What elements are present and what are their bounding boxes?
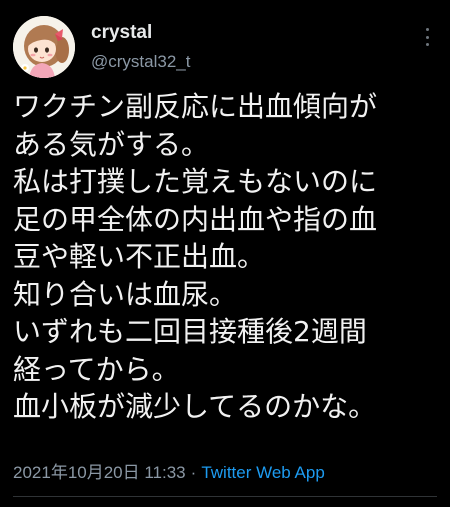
meta-separator: · xyxy=(190,463,197,482)
tweet-text: ワクチン副反応に出血傾向が ある気がする。 私は打撲した覚えもないのに 足の甲全… xyxy=(13,88,443,426)
author-handle[interactable]: @crystal32_t xyxy=(91,52,190,72)
tweet-text-line: ワクチン副反応に出血傾向が xyxy=(13,90,378,123)
more-dot xyxy=(425,35,429,39)
tweet-card: crystal @crystal32_t ワクチン副反応に出血傾向が ある気がす… xyxy=(0,0,450,507)
tweet-text-line: 経ってから。 xyxy=(13,352,180,386)
tweet-meta: 2021年10月20日 11:33 · Twitter Web App xyxy=(13,458,325,483)
divider xyxy=(13,496,437,497)
more-dot xyxy=(425,43,429,46)
more-dot xyxy=(425,28,429,31)
tweet-text-line: 血小板が減少してるのかな。 xyxy=(13,390,377,423)
tweet-timestamp[interactable]: 2021年10月20日 11:33 xyxy=(13,463,186,482)
more-horizontal-icon[interactable] xyxy=(419,26,435,48)
tweet-source-link[interactable]: Twitter Web App xyxy=(201,463,324,482)
anime-girl-avatar-icon[interactable] xyxy=(13,16,75,78)
tweet-header: crystal @crystal32_t xyxy=(13,14,437,80)
author-display-name[interactable]: crystal xyxy=(91,22,152,44)
tweet-text-line: いずれも二回目接種後2週間 xyxy=(13,315,367,348)
tweet-text-line: ある気がする。 xyxy=(13,127,210,161)
tweet-text-line: 足の甲全体の内出血や指の血 xyxy=(13,202,378,236)
tweet-text-line: 私は打撲した覚えもないのに xyxy=(13,165,378,198)
tweet-text-line: 知り合いは血尿。 xyxy=(13,277,238,311)
tweet-text-line: 豆や軽い不正出血。 xyxy=(13,240,266,273)
